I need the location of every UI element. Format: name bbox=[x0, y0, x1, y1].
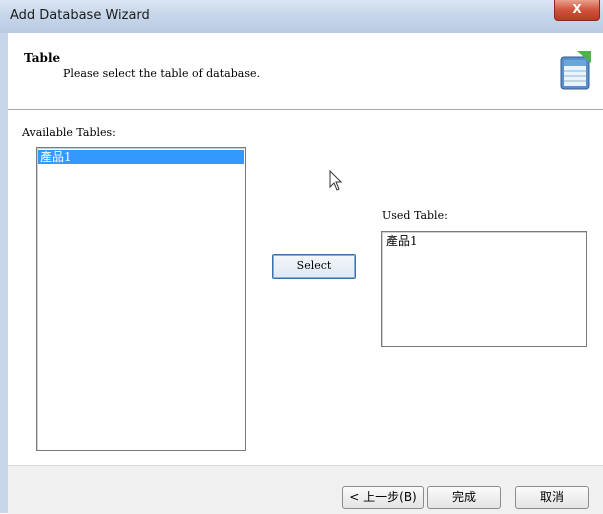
wizard-header: Table Please select the table of databas… bbox=[8, 33, 603, 110]
list-item[interactable]: 產品1 bbox=[384, 234, 420, 248]
wizard-footer bbox=[8, 465, 603, 514]
used-table-label: Used Table: bbox=[382, 209, 448, 222]
page-subtitle: Please select the table of database. bbox=[63, 67, 260, 80]
page-title: Table bbox=[24, 51, 61, 65]
available-tables-list[interactable]: 產品1 bbox=[36, 147, 246, 451]
cancel-button[interactable]: 取消 bbox=[515, 486, 589, 509]
select-button-label: Select bbox=[296, 259, 332, 272]
window-frame-left bbox=[0, 33, 8, 513]
database-table-icon bbox=[560, 51, 591, 90]
list-item[interactable]: 產品1 bbox=[38, 150, 244, 164]
window-title: Add Database Wizard bbox=[10, 8, 150, 23]
select-button[interactable]: Select bbox=[272, 254, 356, 279]
mouse-cursor-icon bbox=[329, 170, 343, 191]
close-icon: X bbox=[572, 2, 582, 16]
title-bar: Add Database Wizard X bbox=[0, 0, 603, 34]
close-button[interactable]: X bbox=[554, 0, 600, 21]
available-tables-label: Available Tables: bbox=[22, 126, 116, 139]
back-button[interactable]: < 上一步(B) bbox=[342, 486, 424, 509]
finish-button[interactable]: 完成 bbox=[427, 486, 501, 509]
used-table-list[interactable]: 產品1 bbox=[381, 231, 587, 347]
